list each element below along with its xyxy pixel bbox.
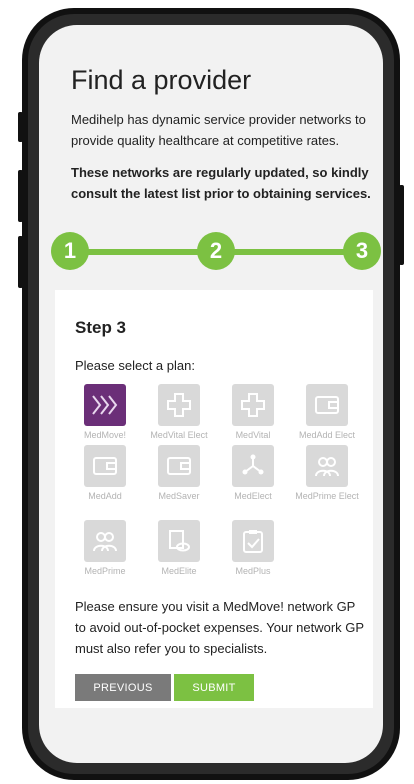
plan-option-medprime[interactable]: MedPrime bbox=[65, 520, 145, 578]
step-1-indicator: 1 bbox=[51, 232, 89, 270]
page-content: Find a provider Medihelp has dynamic ser… bbox=[39, 25, 383, 763]
power-button bbox=[399, 185, 404, 265]
step-card: Step 3 Please select a plan: MedMove! Me… bbox=[55, 290, 373, 708]
page-title: Find a provider bbox=[71, 65, 252, 95]
plan-name: MedVital bbox=[235, 430, 271, 440]
document-pills-icon bbox=[158, 520, 200, 562]
plan-name: MedVital Elect bbox=[150, 430, 208, 440]
wallet-icon bbox=[158, 445, 200, 487]
screen: Find a provider Medihelp has dynamic ser… bbox=[39, 25, 383, 763]
network-icon bbox=[232, 445, 274, 487]
clipboard-check-icon bbox=[232, 520, 274, 562]
plan-name: MedMove! bbox=[83, 430, 127, 440]
plan-option-medadd[interactable]: MedAdd bbox=[65, 445, 145, 503]
volume-down-button bbox=[18, 236, 23, 288]
progress-stepper: 1 2 3 bbox=[51, 225, 383, 281]
plan-name: MedPrime Elect bbox=[295, 491, 359, 501]
wallet-icon bbox=[84, 445, 126, 487]
people-icon bbox=[84, 520, 126, 562]
step-title: Step 3 bbox=[75, 318, 127, 337]
step-3-indicator: 3 bbox=[343, 232, 381, 270]
plan-option-medmove[interactable]: MedMove! bbox=[65, 384, 145, 442]
medical-cross-icon bbox=[158, 384, 200, 426]
plan-option-medsaver[interactable]: MedSaver bbox=[139, 445, 219, 503]
notice-text: These networks are regularly updated, so… bbox=[71, 165, 371, 201]
plan-name: MedElect bbox=[234, 491, 272, 501]
plan-option-medvital-elect[interactable]: MedVital Elect bbox=[139, 384, 219, 442]
medical-cross-icon bbox=[232, 384, 274, 426]
volume-up-button bbox=[18, 170, 23, 222]
plan-option-medplus[interactable]: MedPlus bbox=[213, 520, 293, 578]
plan-select-label: Please select a plan: bbox=[75, 358, 195, 373]
people-icon bbox=[306, 445, 348, 487]
phone-frame: Find a provider Medihelp has dynamic ser… bbox=[22, 8, 400, 780]
plan-option-medadd-elect[interactable]: MedAdd Elect bbox=[287, 384, 367, 442]
plan-name: MedAdd Elect bbox=[298, 430, 356, 440]
submit-button[interactable]: SUBMIT bbox=[174, 674, 254, 701]
chevrons-icon bbox=[84, 384, 126, 426]
network-note: Please ensure you visit a MedMove! netwo… bbox=[75, 599, 364, 656]
plan-name: MedPrime bbox=[84, 566, 126, 576]
wallet-icon bbox=[306, 384, 348, 426]
plan-name: MedSaver bbox=[158, 491, 200, 501]
plan-option-medprime-elect[interactable]: MedPrime Elect bbox=[287, 445, 367, 503]
plan-name: MedElite bbox=[161, 566, 197, 576]
plan-option-medelect[interactable]: MedElect bbox=[213, 445, 293, 503]
step-2-indicator: 2 bbox=[197, 232, 235, 270]
phone-bezel: Find a provider Medihelp has dynamic ser… bbox=[28, 14, 394, 774]
previous-button[interactable]: PREVIOUS bbox=[75, 674, 171, 701]
plan-option-medvital[interactable]: MedVital bbox=[213, 384, 293, 442]
plan-option-medelite[interactable]: MedElite bbox=[139, 520, 219, 578]
intro-text: Medihelp has dynamic service provider ne… bbox=[71, 112, 366, 148]
plan-name: MedAdd bbox=[88, 491, 122, 501]
plan-name: MedPlus bbox=[235, 566, 271, 576]
mute-switch bbox=[18, 112, 23, 142]
